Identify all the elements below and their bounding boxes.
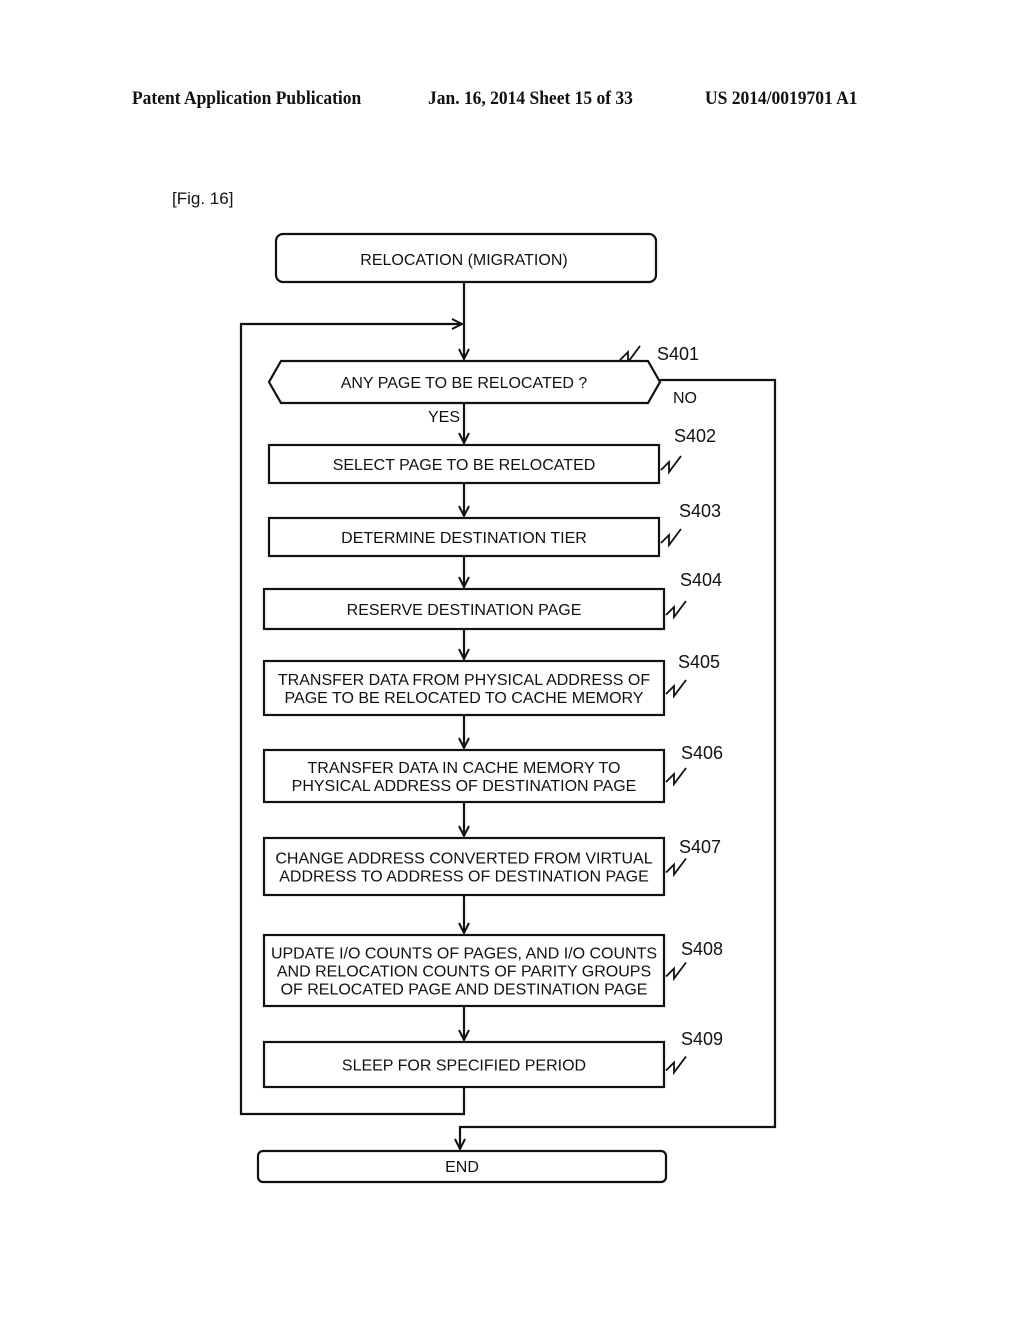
yes-label: YES [428, 409, 460, 426]
s404-leader [665, 600, 687, 620]
process-text-s406: PHYSICAL ADDRESS OF DESTINATION PAGE [292, 778, 637, 795]
process-text-s407: ADDRESS TO ADDRESS OF DESTINATION PAGE [279, 869, 649, 886]
process-text-s403: DETERMINE DESTINATION TIER [341, 530, 587, 547]
decision-label: ANY PAGE TO BE RELOCATED ? [341, 375, 588, 392]
process-text-s404: RESERVE DESTINATION PAGE [347, 602, 582, 619]
s406-leader [665, 767, 687, 787]
flowchart: RELOCATION (MIGRATION) ANY PAGE TO BE REL… [239, 232, 777, 1184]
step-id-s407: S407 [679, 837, 721, 857]
s405-leader [665, 679, 687, 699]
step-id-s405: S405 [678, 652, 720, 672]
process-text-s407: CHANGE ADDRESS CONVERTED FROM VIRTUAL [275, 851, 652, 868]
step-id-s408: S408 [681, 939, 723, 959]
no-label: NO [673, 390, 697, 407]
step-id-s402: S402 [674, 426, 716, 446]
step-id-s409: S409 [681, 1029, 723, 1049]
s408-leader [665, 961, 687, 982]
step-id-s403: S403 [679, 501, 721, 521]
process-text-s405: PAGE TO BE RELOCATED TO CACHE MEMORY [285, 690, 644, 707]
step-id-s406: S406 [681, 743, 723, 763]
process-text-s402: SELECT PAGE TO BE RELOCATED [333, 457, 596, 474]
process-text-s408: AND RELOCATION COUNTS OF PARITY GROUPS [277, 964, 651, 981]
process-text-s409: SLEEP FOR SPECIFIED PERIOD [342, 1058, 586, 1075]
s403-leader [660, 528, 682, 548]
step-id-s404: S404 [680, 570, 722, 590]
end-terminal-label: END [445, 1159, 479, 1176]
start-terminal-label: RELOCATION (MIGRATION) [360, 252, 567, 269]
s402-leader [660, 455, 682, 475]
s409-leader [665, 1055, 687, 1076]
process-text-s406: TRANSFER DATA IN CACHE MEMORY TO [308, 760, 621, 777]
s401-leader [619, 345, 641, 365]
s407-leader [665, 857, 687, 878]
process-text-s408: UPDATE I/O COUNTS OF PAGES, AND I/O COUN… [271, 946, 657, 963]
process-text-s405: TRANSFER DATA FROM PHYSICAL ADDRESS OF [278, 672, 650, 689]
step-id-s401: S401 [657, 344, 699, 364]
process-text-s408: OF RELOCATED PAGE AND DESTINATION PAGE [281, 982, 648, 999]
